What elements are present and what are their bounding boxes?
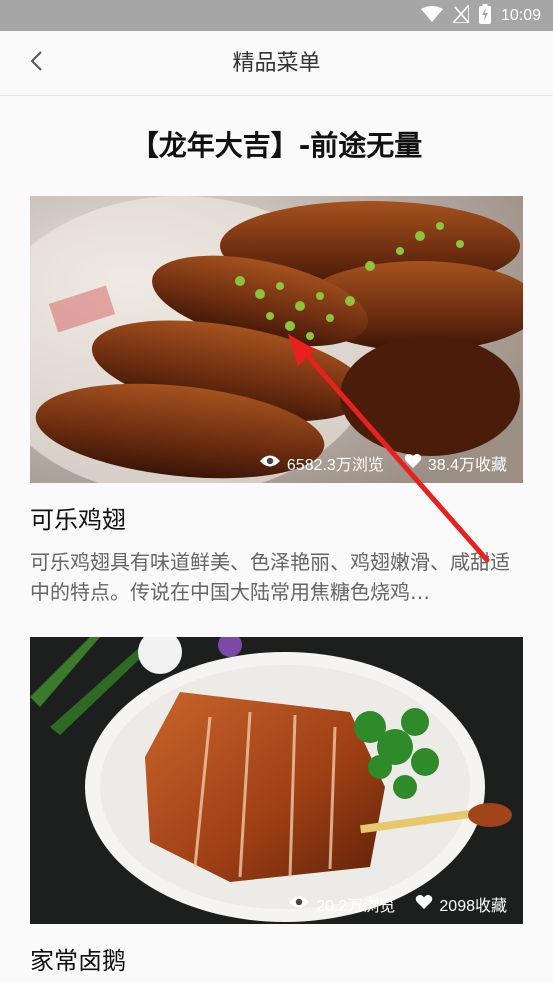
page-title: 精品菜单	[232, 51, 321, 76]
dish-title[interactable]: 可乐鸡翅	[30, 503, 523, 537]
no-signal-icon	[451, 2, 470, 27]
cola-chicken-wings-photo	[30, 196, 523, 483]
menu-scroll-area[interactable]: 【龙年大吉】-前途无量 6582.3万浏览 38.4万收藏 可乐鸡翅 可乐鸡翅具…	[0, 96, 553, 983]
favorites-count: 38.4万收藏	[427, 457, 507, 474]
views-count: 20.2万浏览	[316, 898, 396, 915]
status-time: 10:09	[500, 6, 541, 24]
heart-icon	[404, 453, 422, 474]
braised-goose-photo	[30, 637, 523, 924]
favorites-count: 2098收藏	[439, 898, 507, 915]
dish-photo[interactable]: 6582.3万浏览 38.4万收藏	[30, 196, 523, 483]
app-bar: 精品菜单	[0, 31, 553, 96]
views-stat: 6582.3万浏览	[259, 451, 384, 475]
favorites-stat: 38.4万收藏	[404, 451, 507, 475]
eye-icon	[259, 454, 281, 473]
dish-card[interactable]: 6582.3万浏览 38.4万收藏 可乐鸡翅 可乐鸡翅具有味道鲜美、色泽艳丽、鸡…	[30, 196, 523, 607]
views-count: 6582.3万浏览	[286, 457, 384, 474]
status-bar: 10:09	[0, 0, 553, 31]
favorites-stat: 2098收藏	[415, 892, 507, 916]
dish-stats: 20.2万浏览 2098收藏	[288, 892, 507, 916]
menu-heading: 【龙年大吉】-前途无量	[130, 129, 423, 162]
eye-icon	[288, 895, 310, 914]
wifi-icon	[420, 5, 443, 26]
dish-photo[interactable]: 20.2万浏览 2098收藏	[30, 637, 523, 924]
dish-card[interactable]: 20.2万浏览 2098收藏 家常卤鹅	[30, 637, 523, 978]
battery-charging-icon	[478, 3, 491, 28]
dish-description: 可乐鸡翅具有味道鲜美、色泽艳丽、鸡翅嫩滑、咸甜适中的特点。传说在中国大陆常用焦糖…	[30, 550, 510, 604]
views-stat: 20.2万浏览	[288, 892, 395, 916]
dish-title[interactable]: 家常卤鹅	[30, 944, 523, 978]
heart-icon	[415, 894, 433, 915]
dish-stats: 6582.3万浏览 38.4万收藏	[259, 451, 507, 475]
